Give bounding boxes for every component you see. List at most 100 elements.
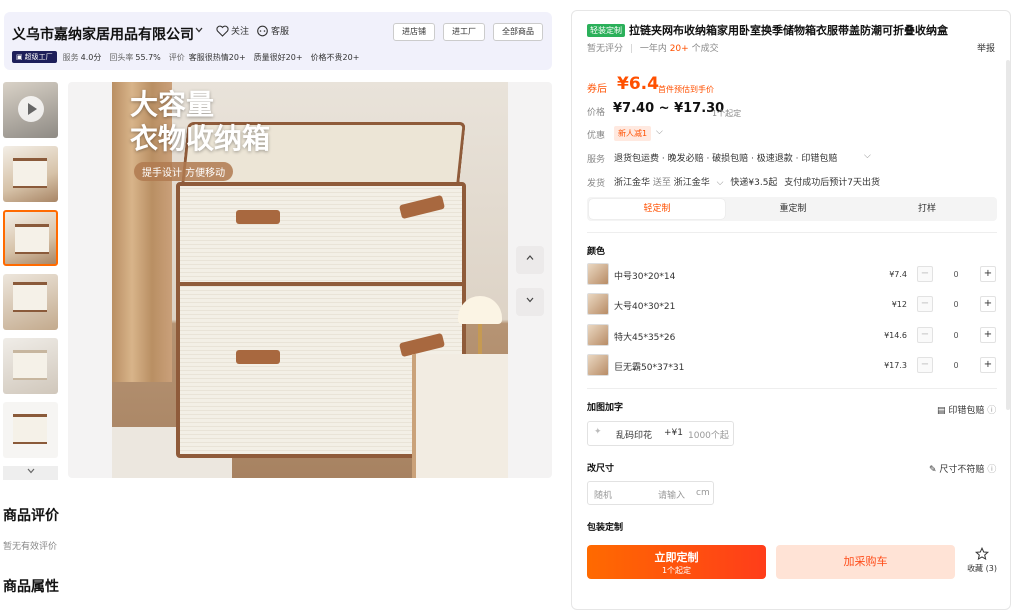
- enter-factory-button[interactable]: 进工厂: [443, 23, 485, 41]
- all-products-button[interactable]: 全部商品: [493, 23, 543, 41]
- tab-heavy-custom[interactable]: 重定制: [725, 199, 861, 219]
- size-guarantee-link[interactable]: ✎ 尺寸不符赔 ⓘ: [929, 462, 996, 475]
- thumbnail[interactable]: [3, 146, 58, 202]
- size-field-label: 随机: [594, 491, 613, 501]
- thumbnail-video[interactable]: [3, 82, 58, 138]
- chevron-down-icon[interactable]: ⌵: [717, 178, 724, 188]
- print-icon: ▤: [937, 406, 946, 416]
- coupon-note: 首件预估到手价: [658, 85, 714, 94]
- main-image[interactable]: 大容量 衣物收纳箱 提手设计 方便移动: [68, 82, 552, 478]
- decrement-button[interactable]: −: [917, 327, 933, 343]
- lamp-stem: [478, 324, 482, 354]
- thumbnail[interactable]: [3, 402, 58, 458]
- chevron-up-icon: [526, 255, 534, 260]
- sku-name: 中号30*20*14: [614, 272, 676, 282]
- sku-price: ¥17.3: [884, 361, 907, 370]
- size-input[interactable]: 请输入: [658, 488, 685, 501]
- quantity-value[interactable]: 0: [945, 331, 967, 340]
- shop-header: 义乌市嘉纳家居用品有限公司 关注 客服 进店铺 进工厂 全部商品 ▣ 超级工厂 …: [4, 12, 552, 70]
- sku-thumbnail[interactable]: [587, 293, 609, 315]
- metric-value: 4.0分: [80, 52, 102, 62]
- thumbnail-box-image: [13, 350, 47, 380]
- addon-option[interactable]: ✦ 乱码印花 +¥1 1000个起: [587, 421, 734, 446]
- ship-label: 发货: [587, 179, 606, 189]
- chevron-down-icon[interactable]: [194, 24, 204, 38]
- ship-from: 浙江金华: [614, 178, 651, 188]
- sku-price: ¥14.6: [884, 331, 907, 340]
- sku-thumbnail[interactable]: [587, 354, 609, 376]
- sales-prefix: 一年内: [639, 44, 667, 54]
- next-image-button[interactable]: [516, 288, 544, 316]
- add-to-cart-button[interactable]: 加采购车: [776, 545, 955, 579]
- promo-badge[interactable]: 新人减1: [614, 126, 652, 141]
- quantity-value[interactable]: 0: [945, 361, 967, 370]
- thumbnail-selected[interactable]: [3, 210, 58, 266]
- tab-light-custom[interactable]: 轻定制: [589, 199, 725, 219]
- prev-image-button[interactable]: [516, 246, 544, 274]
- help-icon: ⓘ: [987, 465, 997, 475]
- print-guarantee-label: 印错包赔: [948, 406, 985, 416]
- chevron-down-icon[interactable]: ⌵: [864, 151, 871, 161]
- size-field[interactable]: 随机 请输入 cm: [587, 481, 714, 505]
- shop-name[interactable]: 义乌市嘉纳家居用品有限公司: [12, 24, 194, 44]
- addon-min: 1000个起: [688, 431, 729, 441]
- reviews-title: 商品评价: [3, 508, 59, 524]
- sku-thumbnail[interactable]: [587, 324, 609, 346]
- increment-button[interactable]: +: [980, 357, 996, 373]
- scrollbar[interactable]: [1006, 60, 1010, 410]
- sku-name: 巨无霸50*37*31: [614, 363, 685, 373]
- box-handle: [236, 210, 280, 224]
- chevron-down-icon[interactable]: ⌵: [656, 127, 663, 137]
- thumbnail[interactable]: [3, 338, 58, 394]
- quantity-value[interactable]: 0: [945, 300, 967, 309]
- ship-to-word: 送至: [652, 178, 671, 188]
- ship-to-selector[interactable]: 浙江金华: [674, 178, 710, 188]
- decrement-button[interactable]: −: [917, 266, 933, 282]
- thumbnail-box-image: [15, 224, 49, 254]
- thumbnail-box-image: [13, 282, 47, 312]
- customize-now-button[interactable]: 立即定制 1个起定: [587, 545, 766, 579]
- thumbnail-scroll-down[interactable]: [3, 466, 58, 480]
- decrement-button[interactable]: −: [917, 296, 933, 312]
- report-link[interactable]: 举报: [977, 41, 995, 54]
- addon-price: +¥1: [664, 428, 683, 438]
- service-label: 客服: [271, 27, 290, 37]
- customer-service-button[interactable]: 客服: [256, 24, 289, 37]
- favorite-button[interactable]: 收藏 (3): [962, 546, 1002, 574]
- chat-icon: [257, 25, 268, 36]
- metric-label: 回头率: [109, 52, 134, 62]
- sku-name: 特大45*35*26: [614, 333, 676, 343]
- thumbnail-box-image: [13, 158, 47, 188]
- addon-name: 乱码印花: [616, 431, 653, 441]
- shop-metrics: ▣ 超级工厂 服务 4.0分 回头率 55.7% 评价 客服很热情20+ 质量很…: [12, 51, 367, 63]
- size-guarantee-label: 尺寸不符赔: [939, 465, 985, 475]
- size-unit: cm: [696, 488, 710, 498]
- coupon-price: ¥6.4: [617, 74, 659, 94]
- customize-now-sub: 1个起定: [661, 566, 692, 575]
- thumbnail-box-image: [13, 414, 47, 444]
- title-tag: 轻装定制: [587, 24, 625, 37]
- decrement-button[interactable]: −: [917, 357, 933, 373]
- tab-sample[interactable]: 打样: [859, 199, 995, 219]
- follow-button[interactable]: 关注: [216, 24, 249, 37]
- reviews-empty: 暂无有效评价: [3, 542, 58, 552]
- sales-count: 20+: [669, 44, 689, 54]
- quantity-value[interactable]: 0: [945, 270, 967, 279]
- increment-button[interactable]: +: [980, 296, 996, 312]
- increment-button[interactable]: +: [980, 266, 996, 282]
- service-list[interactable]: 退货包运费 · 晚发必赔 · 破损包赔 · 极速退款 · 印错包赔: [614, 151, 837, 164]
- ruler-icon: ✎: [929, 465, 937, 475]
- price-label: 价格: [587, 108, 606, 118]
- divider: [587, 232, 997, 233]
- follow-label: 关注: [231, 27, 250, 37]
- coupon-label: 券后: [587, 84, 607, 95]
- print-guarantee-link[interactable]: ▤ 印错包赔 ⓘ: [937, 403, 996, 416]
- increment-button[interactable]: +: [980, 327, 996, 343]
- sku-thumbnail[interactable]: [587, 263, 609, 285]
- service-label: 服务: [587, 155, 606, 165]
- enter-shop-button[interactable]: 进店铺: [393, 23, 435, 41]
- thumbnail[interactable]: [3, 274, 58, 330]
- metric-value: 55.7%: [135, 52, 161, 62]
- star-icon: [974, 546, 990, 561]
- sku-price: ¥7.4: [889, 270, 907, 279]
